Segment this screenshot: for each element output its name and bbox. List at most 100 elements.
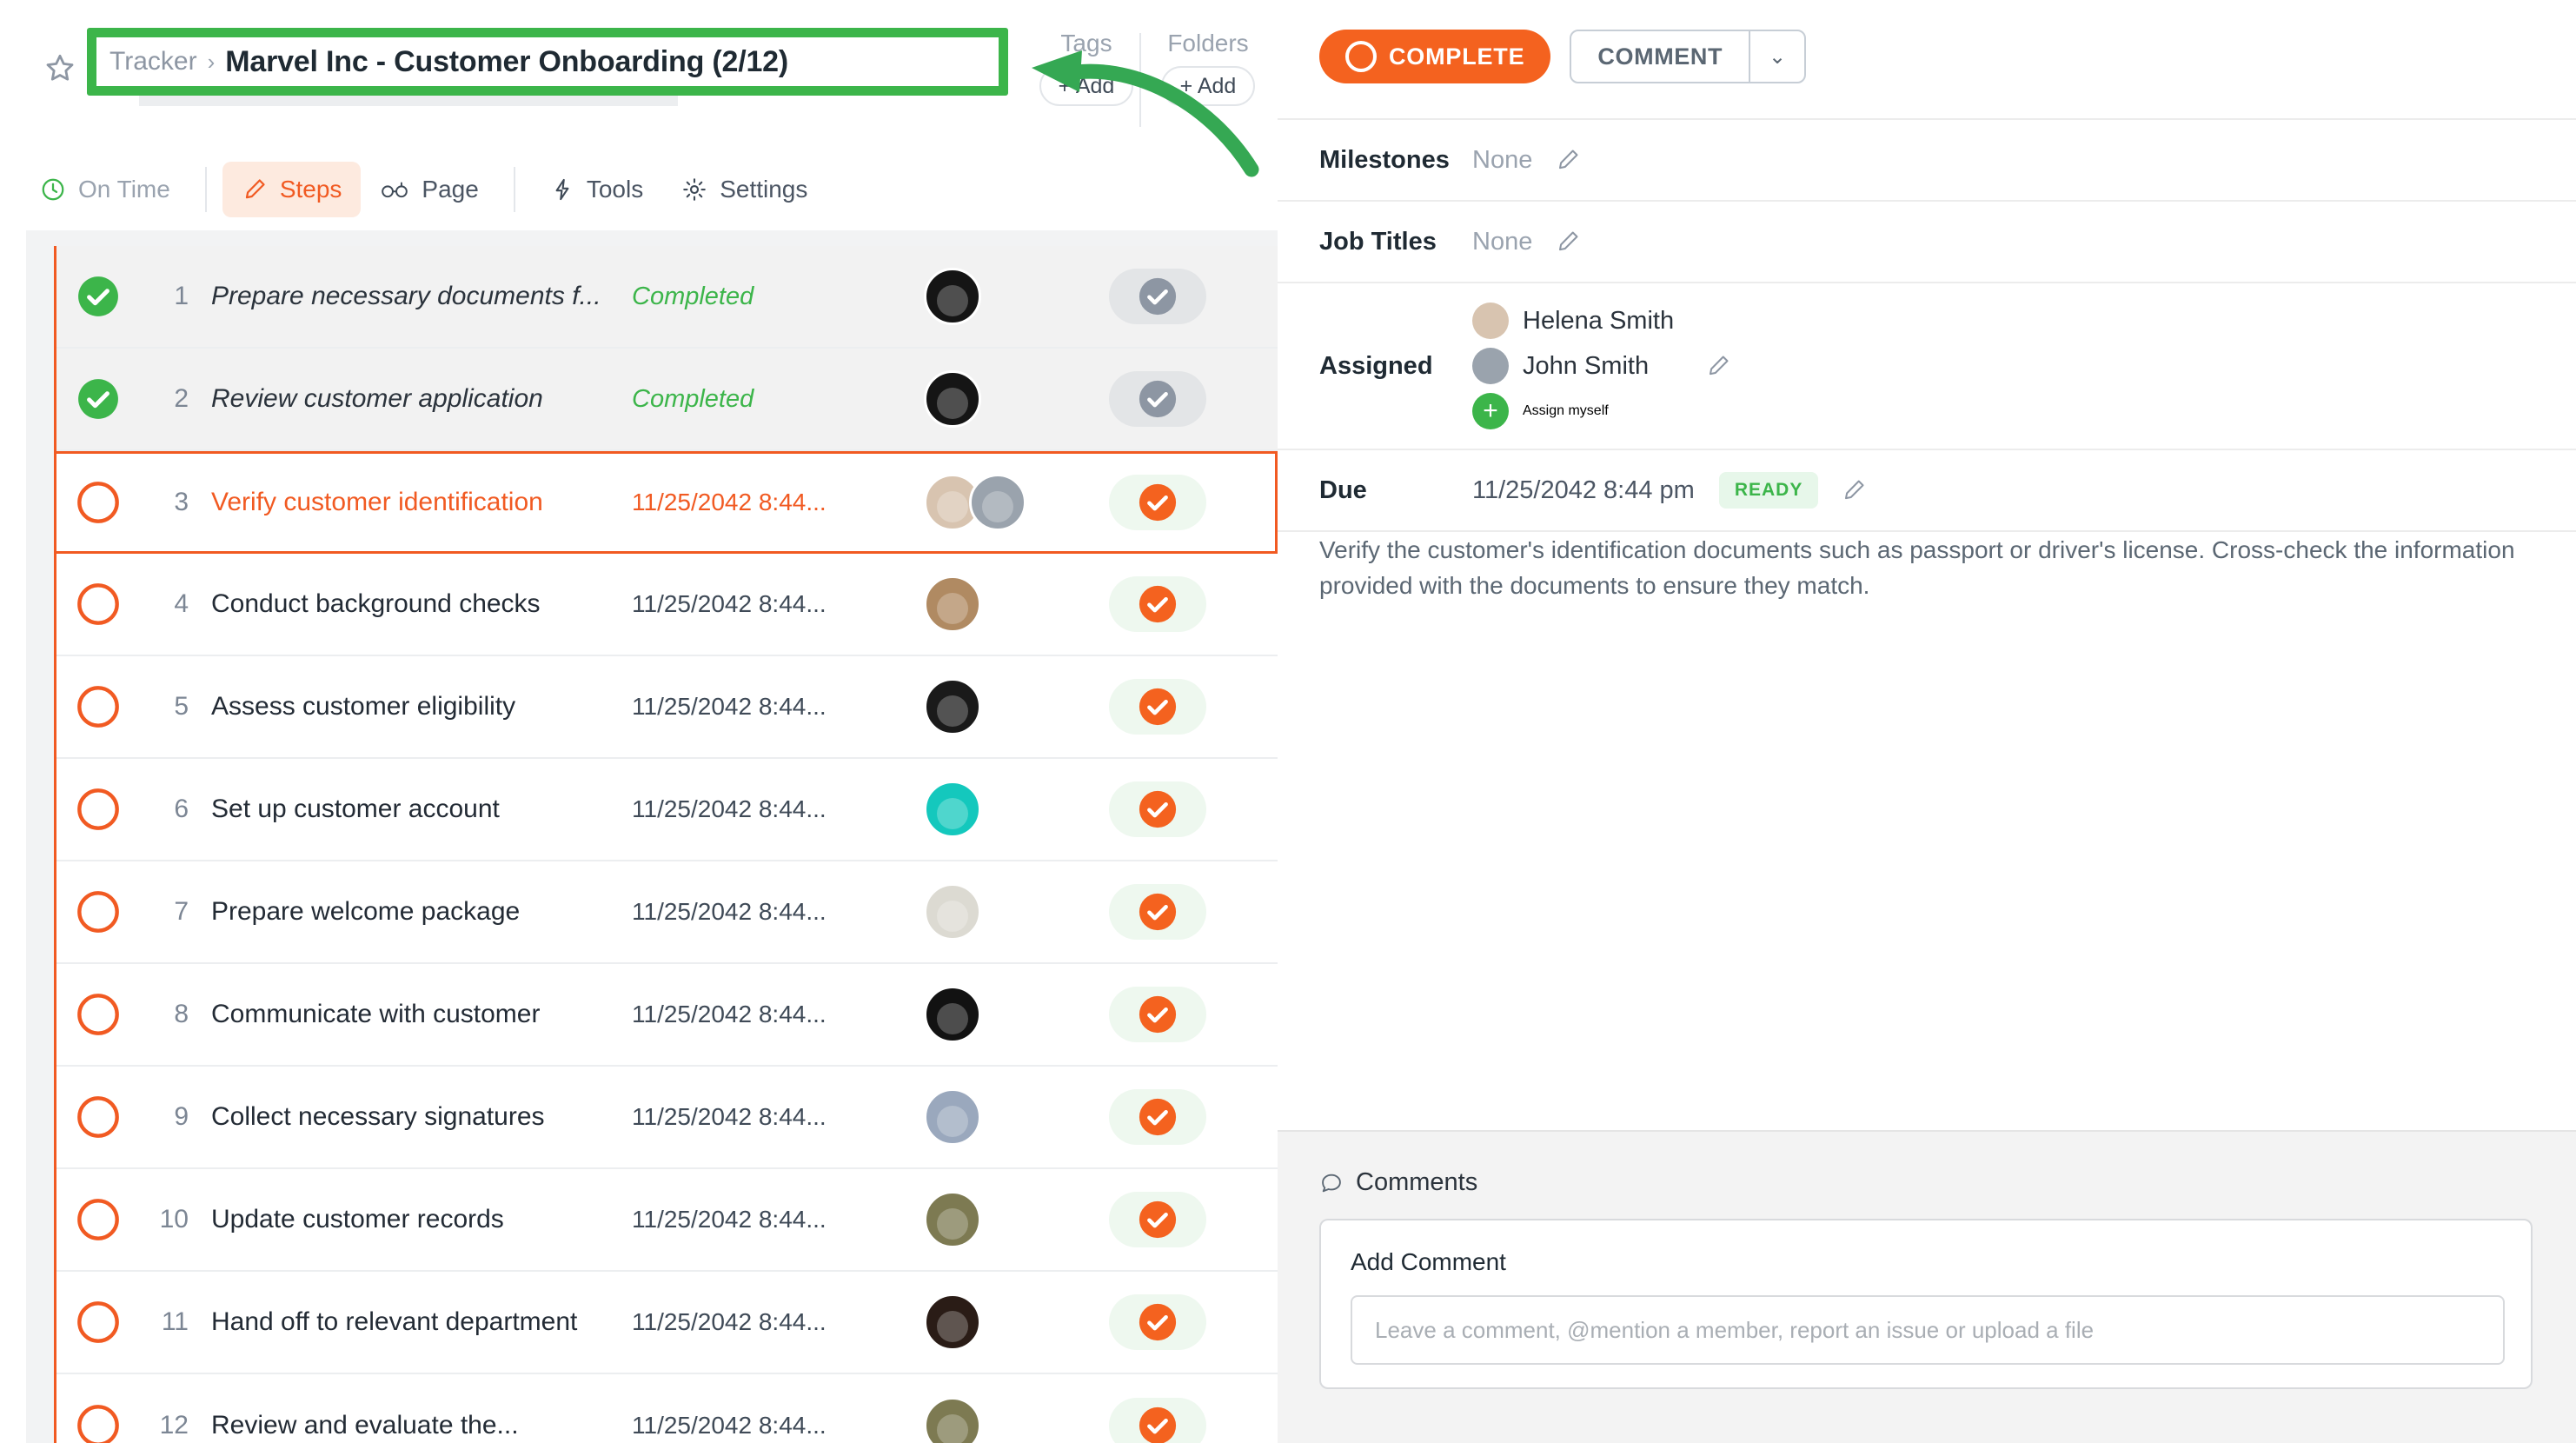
assignee-item[interactable]: Helena Smith	[1472, 303, 1674, 339]
step-mark-complete-button[interactable]	[1075, 1089, 1240, 1145]
step-complete-check-icon[interactable]	[56, 377, 140, 421]
table-row[interactable]: 7 Prepare welcome package 11/25/2042 8:44.…	[56, 861, 1278, 964]
assign-myself-button[interactable]: + Assign myself	[1472, 393, 1674, 429]
tab-steps-label: Steps	[279, 176, 342, 203]
breadcrumb[interactable]: Tracker › Marvel Inc - Customer Onboardi…	[87, 28, 1008, 96]
detail-actions: COMPLETE COMMENT ⌄	[1319, 30, 1807, 83]
avatar	[924, 883, 981, 941]
step-mark-complete-button[interactable]	[1075, 781, 1240, 837]
table-row[interactable]: 10 Update customer records 11/25/2042 8:44…	[56, 1169, 1278, 1272]
step-mark-complete-button[interactable]	[1075, 1192, 1240, 1247]
step-incomplete-circle-icon[interactable]	[56, 788, 140, 831]
tab-page[interactable]: Page	[361, 162, 497, 217]
step-incomplete-circle-icon[interactable]	[56, 1095, 140, 1139]
tab-on-time[interactable]: On Time	[35, 162, 189, 217]
step-incomplete-circle-icon[interactable]	[56, 481, 140, 524]
table-row[interactable]: 6 Set up customer account 11/25/2042 8:44.…	[56, 759, 1278, 861]
avatar	[1472, 348, 1509, 384]
assignee-item[interactable]: John Smith	[1472, 348, 1674, 384]
step-avatars[interactable]	[919, 986, 1075, 1043]
step-status: 11/25/2042 8:44...	[632, 489, 827, 515]
step-avatars[interactable]	[919, 1293, 1075, 1351]
step-incomplete-circle-icon[interactable]	[56, 1300, 140, 1344]
table-row[interactable]: 9 Collect necessary signatures 11/25/2042 …	[56, 1067, 1278, 1169]
edit-assigned-pencil-icon[interactable]	[1705, 353, 1731, 379]
step-mark-complete-button[interactable]	[1075, 576, 1240, 632]
comment-input[interactable]	[1351, 1295, 2505, 1365]
step-status: Completed	[632, 384, 754, 413]
step-mark-complete-button[interactable]	[1075, 1294, 1240, 1350]
tab-divider-2	[513, 167, 515, 212]
clock-icon	[40, 176, 66, 203]
tab-tools[interactable]: Tools	[531, 162, 662, 217]
step-avatars[interactable]	[919, 1088, 1075, 1146]
step-number: 9	[174, 1102, 189, 1131]
step-incomplete-circle-icon[interactable]	[56, 890, 140, 934]
step-status: 11/25/2042 8:44...	[632, 1103, 827, 1130]
comment-button[interactable]: COMMENT	[1571, 31, 1749, 82]
step-mark-complete-button[interactable]	[1075, 884, 1240, 940]
step-complete-check-icon[interactable]	[56, 275, 140, 318]
step-incomplete-circle-icon[interactable]	[56, 1404, 140, 1443]
step-status: 11/25/2042 8:44...	[632, 693, 827, 720]
favorite-star-icon[interactable]	[42, 50, 78, 87]
step-mark-complete-button[interactable]	[1075, 1398, 1240, 1443]
step-title: Review and evaluate the...	[211, 1411, 519, 1440]
step-number: 2	[174, 384, 189, 413]
step-incomplete-circle-icon[interactable]	[56, 993, 140, 1036]
step-mark-complete-button[interactable]	[1075, 475, 1240, 530]
tab-tools-label: Tools	[586, 176, 644, 203]
step-title: Conduct background checks	[211, 589, 541, 618]
field-due: Due 11/25/2042 8:44 pm READY	[1278, 450, 2576, 530]
step-mark-complete-button[interactable]	[1075, 987, 1240, 1042]
app-root: Tracker › Marvel Inc - Customer Onboardi…	[0, 0, 2576, 1443]
table-row[interactable]: 1 Prepare necessary documents f... Complet…	[56, 246, 1278, 349]
step-avatars[interactable]	[919, 1191, 1075, 1248]
complete-button[interactable]: COMPLETE	[1319, 30, 1551, 83]
edit-due-pencil-icon[interactable]	[1841, 477, 1867, 503]
step-avatars[interactable]	[919, 474, 1075, 531]
step-undo-button[interactable]	[1075, 269, 1240, 324]
step-number: 4	[174, 589, 189, 618]
table-row[interactable]: 4 Conduct background checks 11/25/2042 8:4…	[56, 554, 1278, 656]
step-avatars[interactable]	[919, 575, 1075, 633]
avatar	[924, 1191, 981, 1248]
avatar	[924, 1397, 981, 1443]
step-avatars[interactable]	[919, 678, 1075, 735]
table-row[interactable]: 8 Communicate with customer 11/25/2042 8:4…	[56, 964, 1278, 1067]
step-number: 11	[161, 1307, 189, 1336]
step-avatars[interactable]	[919, 1397, 1075, 1443]
table-row[interactable]: 12 Review and evaluate the... 11/25/2042 8…	[56, 1374, 1278, 1443]
step-avatars[interactable]	[919, 883, 1075, 941]
chevron-down-icon[interactable]: ⌄	[1749, 31, 1804, 82]
step-incomplete-circle-icon[interactable]	[56, 1198, 140, 1241]
tab-bar: On Time Steps Page Tools Settings	[35, 156, 904, 223]
step-incomplete-circle-icon[interactable]	[56, 582, 140, 626]
table-row[interactable]: 11 Hand off to relevant department 11/25/2…	[56, 1272, 1278, 1374]
folders-add-button[interactable]: + Add	[1160, 66, 1256, 106]
table-row[interactable]: 2 Review customer application Completed	[56, 349, 1278, 451]
table-row[interactable]: 3 Verify customer identification 11/25/204…	[54, 451, 1278, 554]
step-avatars[interactable]	[919, 781, 1075, 838]
step-undo-button[interactable]	[1075, 371, 1240, 427]
step-number: 10	[159, 1205, 189, 1234]
step-mark-complete-button[interactable]	[1075, 679, 1240, 735]
tags-add-button[interactable]: + Add	[1039, 66, 1134, 106]
milestones-label: Milestones	[1319, 145, 1450, 174]
step-incomplete-circle-icon[interactable]	[56, 685, 140, 728]
step-status: 11/25/2042 8:44...	[632, 1308, 827, 1335]
breadcrumb-wrapper: Tracker › Marvel Inc - Customer Onboardi…	[87, 28, 1008, 96]
step-avatars[interactable]	[919, 370, 1075, 428]
tags-block: Tags + Add	[1034, 30, 1139, 106]
step-status: 11/25/2042 8:44...	[632, 1206, 827, 1233]
step-avatars[interactable]	[919, 268, 1075, 325]
edit-milestones-pencil-icon[interactable]	[1555, 147, 1581, 173]
edit-job-titles-pencil-icon[interactable]	[1555, 229, 1581, 255]
table-row[interactable]: 5 Assess customer eligibility 11/25/2042 8…	[56, 656, 1278, 759]
due-label: Due	[1319, 475, 1367, 504]
folders-label: Folders	[1167, 30, 1249, 57]
step-status: 11/25/2042 8:44...	[632, 1412, 827, 1439]
tab-settings[interactable]: Settings	[662, 162, 827, 217]
breadcrumb-parent-link[interactable]: Tracker	[110, 47, 197, 76]
tab-steps[interactable]: Steps	[222, 162, 362, 217]
